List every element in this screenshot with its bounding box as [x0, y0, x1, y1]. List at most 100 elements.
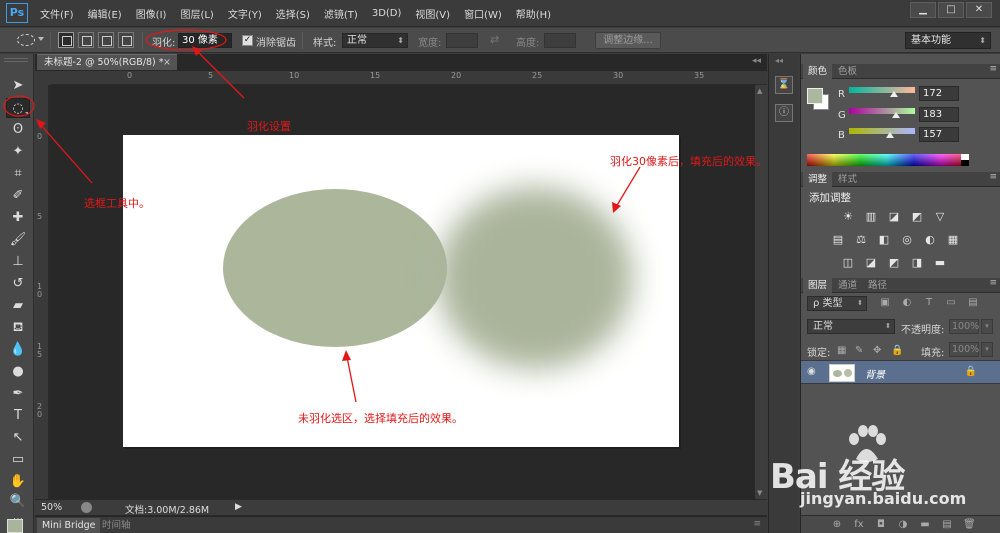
shape-filter-icon[interactable]: ▭ — [945, 297, 957, 309]
menu-window[interactable]: 窗口(W) — [464, 6, 502, 21]
lock-pixels-icon[interactable]: ✎ — [855, 345, 865, 356]
lock-position-icon[interactable]: ✥ — [873, 345, 883, 356]
menu-image[interactable]: 图像(I) — [136, 6, 167, 21]
layer-row-background[interactable]: ◉ 背景 🔒 — [801, 360, 1000, 384]
elliptical-marquee-tool-icon[interactable]: ◌ — [6, 98, 30, 118]
magic-wand-tool-icon[interactable]: ✦ — [6, 142, 30, 162]
eraser-tool-icon[interactable]: ▰ — [6, 296, 30, 316]
threshold-icon[interactable]: ◩ — [887, 257, 901, 269]
close-button[interactable]: ✕ — [966, 2, 992, 18]
document-tab[interactable]: 未标题-2 @ 50%(RGB/8) * × — [37, 54, 177, 70]
panel-menu-icon[interactable]: ≡ — [989, 172, 997, 182]
lock-transparent-icon[interactable]: ▦ — [837, 345, 847, 356]
info-panel-icon[interactable]: ⓘ — [775, 104, 793, 122]
posterize-icon[interactable]: ◪ — [864, 257, 878, 269]
history-panel-icon[interactable]: ⌛ — [775, 76, 793, 94]
scroll-up-icon[interactable]: ▲ — [757, 87, 762, 95]
antialias-checkbox[interactable]: ✓ — [242, 35, 253, 46]
gradient-map-icon[interactable]: ▬ — [933, 257, 947, 269]
swap-icon[interactable]: ⇄ — [490, 33, 499, 46]
elliptical-marquee-preset-icon[interactable] — [17, 34, 35, 46]
paint-bucket-tool-icon[interactable]: ⛾ — [6, 318, 30, 338]
layer-style-icon[interactable]: fx — [853, 519, 865, 531]
lock-all-icon[interactable]: 🔒 — [891, 345, 903, 356]
menu-filter[interactable]: 滤镜(T) — [324, 6, 358, 21]
link-layers-icon[interactable]: ⊕ — [831, 519, 843, 531]
refine-edge-button[interactable]: 调整边缘... — [595, 32, 661, 49]
color-spectrum[interactable] — [807, 154, 967, 166]
healing-brush-tool-icon[interactable]: ✚ — [6, 208, 30, 228]
menu-select[interactable]: 选择(S) — [276, 6, 310, 21]
visibility-eye-icon[interactable]: ◉ — [807, 366, 816, 377]
smart-object-filter-icon[interactable]: ▤ — [967, 297, 979, 309]
adjustment-filter-icon[interactable]: ◐ — [901, 297, 913, 309]
minimize-button[interactable]: ▁ — [910, 2, 936, 18]
new-group-icon[interactable]: ▬ — [919, 519, 931, 531]
panel-menu-icon[interactable]: ≡ — [989, 278, 997, 288]
layer-filter-select[interactable]: ρ 类型 ⬍ — [807, 296, 867, 311]
document-canvas[interactable] — [123, 135, 679, 447]
brush-tool-icon[interactable]: 🖌 — [6, 230, 30, 250]
eyedropper-tool-icon[interactable]: ✐ — [6, 186, 30, 206]
new-layer-icon[interactable]: ▤ — [941, 519, 953, 531]
history-brush-tool-icon[interactable]: ↺ — [6, 274, 30, 294]
status-icon[interactable] — [81, 502, 92, 513]
style-select[interactable]: 正常 ⬍ — [342, 33, 408, 48]
vibrance-icon[interactable]: ▽ — [933, 211, 947, 223]
tab-paths[interactable]: 路径 — [863, 278, 892, 293]
tab-channels[interactable]: 通道 — [833, 278, 862, 293]
layer-name[interactable]: 背景 — [865, 366, 885, 381]
move-tool-icon[interactable]: ➤ — [6, 76, 30, 96]
path-selection-tool-icon[interactable]: ↖ — [6, 428, 30, 448]
tab-adjustments[interactable]: 调整 — [803, 172, 833, 187]
ruler-origin[interactable] — [35, 71, 51, 85]
vertical-scrollbar[interactable]: ▲ ▼ — [755, 85, 767, 499]
menu-type[interactable]: 文字(Y) — [228, 6, 262, 21]
blue-value[interactable]: 157 — [919, 127, 959, 142]
feather-input[interactable]: 30 像素 — [178, 33, 232, 48]
hand-tool-icon[interactable]: ✋ — [6, 472, 30, 492]
photo-filter-icon[interactable]: ◎ — [900, 234, 914, 246]
scroll-down-icon[interactable]: ▼ — [757, 489, 762, 497]
toolbox-grip[interactable] — [4, 58, 28, 62]
tab-styles[interactable]: 样式 — [833, 172, 862, 187]
brightness-icon[interactable]: ☀ — [841, 211, 855, 223]
vertical-ruler[interactable]: 0 5 10 15 20 — [35, 85, 49, 499]
dodge-tool-icon[interactable]: ● — [6, 362, 30, 382]
opacity-input[interactable]: 100% — [949, 319, 979, 334]
blue-slider[interactable] — [849, 128, 915, 138]
collapse-icon[interactable]: ◂◂ — [752, 56, 761, 66]
selective-color-icon[interactable]: ◨ — [910, 257, 924, 269]
height-input[interactable] — [544, 33, 576, 48]
fill-input[interactable]: 100% — [949, 342, 979, 357]
delete-layer-icon[interactable]: 🗑 — [963, 519, 976, 531]
tab-swatches[interactable]: 色板 — [833, 64, 862, 79]
panel-menu-icon[interactable]: ≡ — [989, 64, 997, 74]
red-slider-knob[interactable] — [889, 91, 898, 97]
exposure-icon[interactable]: ◩ — [910, 211, 924, 223]
invert-icon[interactable]: ◫ — [841, 257, 855, 269]
new-adjustment-icon[interactable]: ◑ — [897, 519, 909, 531]
fill-dropdown[interactable]: ▾ — [981, 342, 993, 357]
zoom-tool-icon[interactable]: 🔍 — [6, 492, 30, 512]
tab-color[interactable]: 颜色 — [803, 64, 833, 79]
color-balance-icon[interactable]: ⚖ — [854, 234, 868, 246]
menu-view[interactable]: 视图(V) — [415, 6, 450, 21]
tab-layers[interactable]: 图层 — [803, 278, 833, 293]
levels-icon[interactable]: ▥ — [864, 211, 878, 223]
foreground-swatch[interactable] — [807, 88, 823, 104]
blue-slider-knob[interactable] — [885, 132, 894, 138]
crop-tool-icon[interactable]: ⌗ — [6, 164, 30, 184]
menu-3d[interactable]: 3D(D) — [372, 8, 402, 19]
black-white-icon[interactable]: ◧ — [877, 234, 891, 246]
type-tool-icon[interactable]: T — [6, 406, 30, 426]
black-white-ramp[interactable] — [961, 154, 969, 166]
pixel-filter-icon[interactable]: ▣ — [879, 297, 891, 309]
foreground-color-swatch[interactable] — [7, 519, 23, 533]
type-filter-icon[interactable]: T — [923, 297, 935, 309]
tab-mini-bridge[interactable]: Mini Bridge — [37, 518, 101, 533]
clone-stamp-tool-icon[interactable]: ⊥ — [6, 252, 30, 272]
chevron-down-icon[interactable] — [38, 37, 44, 41]
width-input[interactable] — [446, 33, 478, 48]
collapse-icon[interactable]: ◂◂ — [775, 56, 783, 65]
